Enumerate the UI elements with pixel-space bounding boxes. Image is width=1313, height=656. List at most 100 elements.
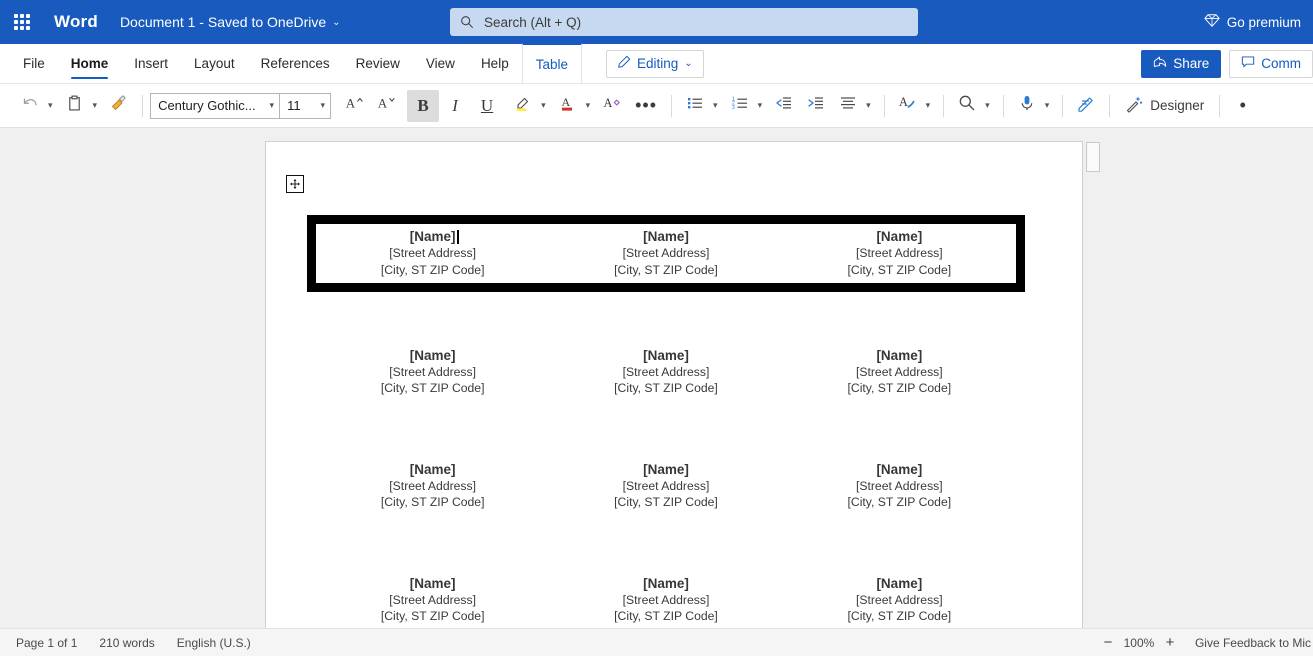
dictate-split-button[interactable]: ▾ bbox=[1011, 90, 1056, 122]
label-cell[interactable]: [Name] [Street Address] [City, ST ZIP Co… bbox=[782, 224, 1016, 283]
paste-button[interactable] bbox=[59, 90, 91, 122]
vertical-scrollbar[interactable] bbox=[1086, 141, 1100, 628]
label-cell[interactable]: [Name] [Street Address] [City, ST ZIP Co… bbox=[549, 339, 782, 406]
tab-review[interactable]: Review bbox=[343, 44, 413, 83]
find-button[interactable] bbox=[951, 90, 983, 122]
zoom-in-button[interactable]: + bbox=[1157, 630, 1183, 656]
font-color-split-button[interactable]: A ▾ bbox=[552, 90, 597, 122]
zoom-out-button[interactable]: − bbox=[1095, 630, 1121, 656]
decrease-indent-button[interactable] bbox=[768, 90, 800, 122]
undo-split-button[interactable]: ▾ bbox=[14, 90, 59, 122]
chevron-down-icon[interactable]: ▾ bbox=[756, 100, 769, 111]
font-size-select[interactable]: 11 ▾ bbox=[279, 92, 332, 119]
alignment-split-button[interactable]: ▾ bbox=[832, 90, 877, 122]
label-city: [City, ST ZIP Code] bbox=[380, 262, 485, 277]
tab-references[interactable]: References bbox=[248, 44, 343, 83]
paragraph-alignment-button[interactable] bbox=[832, 90, 864, 122]
table-row[interactable]: [Name] [Street Address] [City, ST ZIP Co… bbox=[316, 453, 1016, 520]
label-cell[interactable]: [Name] [Street Address] [City, ST ZIP Co… bbox=[316, 567, 549, 628]
document-title-button[interactable]: Document 1 - Saved to OneDrive ⌄ bbox=[120, 14, 341, 30]
chevron-down-icon[interactable]: ▾ bbox=[539, 100, 552, 111]
bullets-split-button[interactable]: ▾ bbox=[679, 90, 724, 122]
tab-view[interactable]: View bbox=[413, 44, 468, 83]
label-cell[interactable]: [Name] [Street Address] [City, ST ZIP Co… bbox=[316, 224, 550, 283]
tab-help[interactable]: Help bbox=[468, 44, 522, 83]
shrink-font-button[interactable]: A bbox=[371, 90, 403, 122]
tab-file[interactable]: File bbox=[10, 44, 58, 83]
label-street: [Street Address] bbox=[389, 246, 477, 261]
label-name: [Name] bbox=[876, 461, 923, 477]
label-cell[interactable]: [Name] [Street Address] [City, ST ZIP Co… bbox=[549, 224, 783, 283]
comments-button[interactable]: Comm bbox=[1229, 49, 1313, 78]
toolbar-divider bbox=[1219, 94, 1221, 117]
find-split-button[interactable]: ▾ bbox=[951, 90, 996, 122]
chevron-down-icon[interactable]: ▾ bbox=[46, 100, 59, 111]
table-row[interactable]: [Name] [Street Address] [City, ST ZIP Co… bbox=[316, 339, 1016, 406]
undo-button[interactable] bbox=[14, 90, 46, 122]
word-count[interactable]: 210 words bbox=[99, 636, 154, 650]
document-page[interactable]: [Name] [Street Address] [City, ST ZIP Co… bbox=[265, 141, 1083, 628]
clear-formatting-button[interactable]: A bbox=[596, 90, 628, 122]
numbering-split-button[interactable]: 123 ▾ bbox=[724, 90, 769, 122]
highlight-split-button[interactable]: ▾ bbox=[507, 90, 552, 122]
chevron-down-icon[interactable]: ▾ bbox=[924, 100, 937, 111]
label-city: [City, ST ZIP Code] bbox=[380, 381, 485, 396]
label-street: [Street Address] bbox=[622, 246, 710, 261]
numbering-button[interactable]: 123 bbox=[724, 90, 756, 122]
chevron-down-icon[interactable]: ▾ bbox=[864, 100, 877, 111]
editor-button[interactable] bbox=[1070, 90, 1102, 122]
label-cell[interactable]: [Name] [Street Address] [City, ST ZIP Co… bbox=[783, 567, 1016, 628]
label-cell[interactable]: [Name] [Street Address] [City, ST ZIP Co… bbox=[783, 453, 1016, 520]
styles-split-button[interactable]: A ▾ bbox=[892, 90, 937, 122]
styles-button[interactable]: A bbox=[892, 90, 924, 122]
more-formatting-button[interactable]: ••• bbox=[628, 90, 664, 122]
bold-button[interactable]: B bbox=[407, 89, 440, 122]
bullets-button[interactable] bbox=[679, 90, 711, 122]
document-canvas[interactable]: [Name] [Street Address] [City, ST ZIP Co… bbox=[0, 128, 1313, 628]
toolbar-overflow-button[interactable]: • bbox=[1227, 90, 1259, 122]
label-name: [Name] bbox=[409, 575, 456, 591]
underline-button[interactable]: U bbox=[471, 90, 503, 122]
chevron-down-icon[interactable]: ▾ bbox=[584, 100, 597, 111]
tab-table[interactable]: Table bbox=[521, 43, 582, 83]
chevron-down-icon[interactable]: ▾ bbox=[1043, 100, 1056, 111]
italic-button[interactable]: I bbox=[439, 90, 471, 122]
language-indicator[interactable]: English (U.S.) bbox=[177, 636, 251, 650]
grow-font-button[interactable]: A bbox=[339, 90, 371, 122]
label-cell[interactable]: [Name] [Street Address] [City, ST ZIP Co… bbox=[549, 453, 782, 520]
label-cell[interactable]: [Name] [Street Address] [City, ST ZIP Co… bbox=[549, 567, 782, 628]
tab-insert[interactable]: Insert bbox=[121, 44, 181, 83]
paste-split-button[interactable]: ▾ bbox=[59, 90, 104, 122]
font-color-button[interactable]: A bbox=[552, 90, 584, 122]
share-button[interactable]: Share bbox=[1141, 49, 1222, 78]
tab-home[interactable]: Home bbox=[58, 44, 122, 83]
label-table[interactable]: [Name] [Street Address] [City, ST ZIP Co… bbox=[307, 215, 1025, 628]
feedback-link[interactable]: Give Feedback to Mic bbox=[1195, 636, 1313, 650]
page-count[interactable]: Page 1 of 1 bbox=[16, 636, 77, 650]
table-row[interactable]: [Name] [Street Address] [City, ST ZIP Co… bbox=[316, 567, 1016, 628]
label-cell[interactable]: [Name] [Street Address] [City, ST ZIP Co… bbox=[316, 453, 549, 520]
increase-indent-button[interactable] bbox=[800, 90, 832, 122]
label-city: [City, ST ZIP Code] bbox=[847, 495, 952, 510]
font-name-select[interactable]: Century Gothic... ▾ bbox=[150, 92, 281, 119]
format-painter-button[interactable] bbox=[103, 90, 135, 122]
pencil-icon bbox=[617, 55, 631, 72]
chevron-down-icon[interactable]: ▾ bbox=[711, 100, 724, 111]
text-highlight-button[interactable] bbox=[507, 90, 539, 122]
table-row[interactable]: [Name] [Street Address] [City, ST ZIP Co… bbox=[307, 215, 1025, 292]
label-cell[interactable]: [Name] [Street Address] [City, ST ZIP Co… bbox=[316, 339, 549, 406]
dictate-button[interactable] bbox=[1011, 90, 1043, 122]
editing-mode-button[interactable]: Editing ⌄ bbox=[605, 49, 704, 78]
tab-layout[interactable]: Layout bbox=[181, 44, 248, 83]
app-launcher-button[interactable] bbox=[0, 0, 44, 44]
zoom-level[interactable]: 100% bbox=[1121, 636, 1157, 650]
label-cell[interactable]: [Name] [Street Address] [City, ST ZIP Co… bbox=[783, 339, 1016, 406]
chevron-down-icon[interactable]: ▾ bbox=[983, 100, 996, 111]
go-premium-button[interactable]: Go premium bbox=[1204, 13, 1301, 31]
chevron-down-icon[interactable]: ▾ bbox=[91, 100, 104, 111]
designer-button[interactable]: Designer bbox=[1117, 90, 1212, 122]
editing-label: Editing bbox=[636, 56, 679, 71]
scrollbar-thumb[interactable] bbox=[1086, 142, 1100, 172]
search-input[interactable]: Search (Alt + Q) bbox=[450, 8, 918, 36]
table-move-handle[interactable] bbox=[286, 175, 304, 193]
